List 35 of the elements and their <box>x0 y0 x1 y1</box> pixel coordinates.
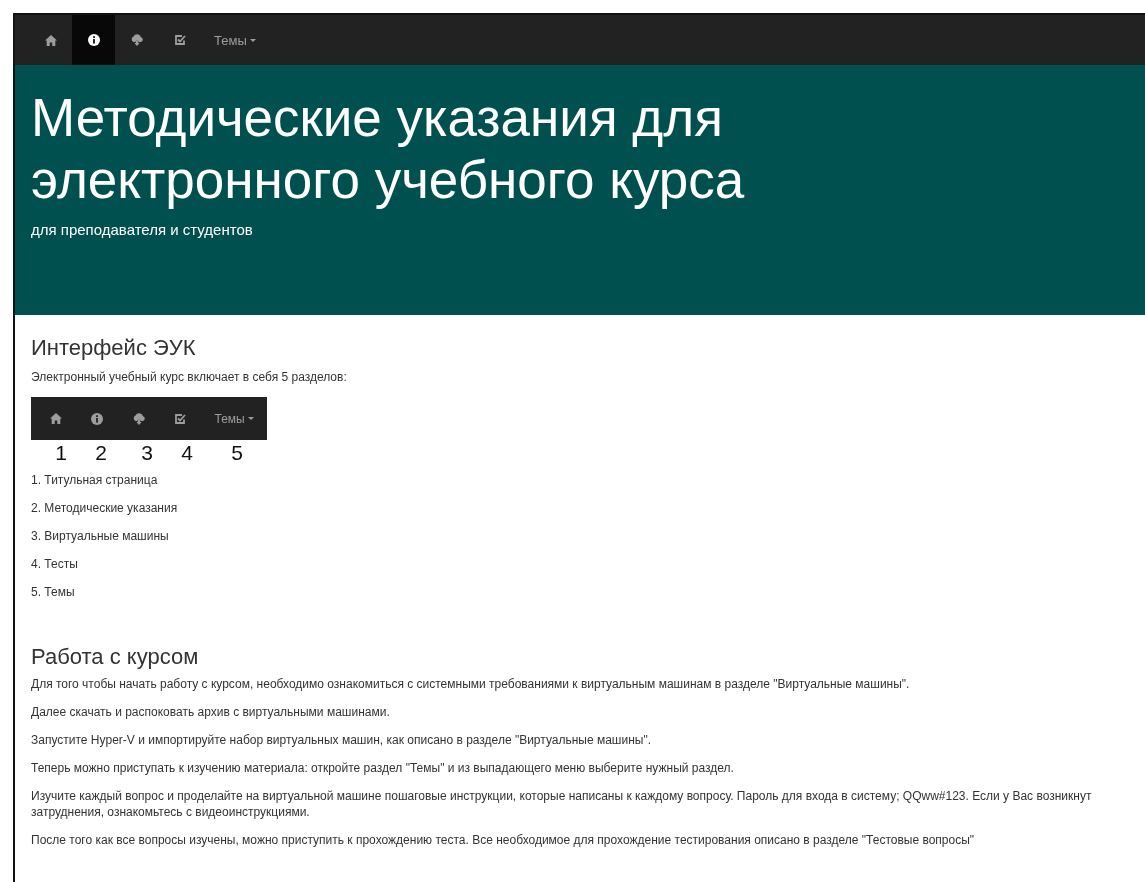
paragraph: Далее скачать и распоковать архив с виртуальными машинами. <box>31 704 391 720</box>
callout-number: 5 <box>230 440 244 466</box>
checkbox-icon <box>173 34 186 46</box>
callout-number: 2 <box>94 440 108 466</box>
caret-icon <box>249 38 256 42</box>
paragraph: Изучите каждый вопрос и проделайте на виртуальной машине пошаговые инструкции, которые написаны к каждому вопросу. Пароль для входа в систему; QQww#123. Если у Вас возникнут затруднения, ознакомьтесь с видеоинструкциями. <box>31 788 1093 820</box>
list-item: 2. Методические указания <box>31 500 179 516</box>
paragraph: После того как все вопросы изучены, можно приступить к прохождению теста. Все необходимое для прохождение тестирования описано в разделе "Тестовые вопросы" <box>31 832 976 848</box>
page-title: Методические указания для <box>31 87 724 149</box>
list-item: 4. Тесты <box>31 556 79 572</box>
home-icon <box>44 34 57 46</box>
cloud-download-icon <box>129 34 144 46</box>
section-heading: Работа с курсом <box>31 644 200 670</box>
paragraph: Теперь можно приступать к изучению материала: откройте раздел "Темы" и из выпадающего меню выберите нужный раздел. <box>31 760 735 776</box>
menu-label: Темы <box>214 411 245 426</box>
callout-number: 1 <box>54 440 68 466</box>
info-icon <box>87 34 100 46</box>
home-icon <box>49 413 62 424</box>
nav-item[interactable] <box>72 15 115 65</box>
page-subtitle: для преподавателя и студентов <box>31 221 254 238</box>
page-title: электронного учебного курса <box>31 149 746 211</box>
callout-number: 3 <box>140 440 154 466</box>
caret-icon <box>247 417 254 420</box>
cloud-download-icon <box>131 412 146 425</box>
checkbox-icon <box>174 412 187 425</box>
list-item: 5. Темы <box>31 584 76 600</box>
section-heading: Интерфейс ЭУК <box>31 335 197 361</box>
paragraph: Для того чтобы начать работу с курсом, необходимо ознакомиться с системными требованиями к виртуальным машинам в разделе "Виртуальные машины". <box>31 676 911 692</box>
intro-text: Электронный учебный курс включает в себя 5 разделов: <box>31 369 348 385</box>
list-item: 3. Виртуальные машины <box>31 528 170 544</box>
topics-menu[interactable]: Темы <box>201 15 268 65</box>
list-item: 1. Титульная страница <box>31 472 159 488</box>
paragraph: Запустите Hyper-V и импортируйте набор виртуальных машин, как описано в разделе "Виртуальные машины". <box>31 732 653 748</box>
callout-number: 4 <box>180 440 194 466</box>
info-icon <box>91 412 104 425</box>
